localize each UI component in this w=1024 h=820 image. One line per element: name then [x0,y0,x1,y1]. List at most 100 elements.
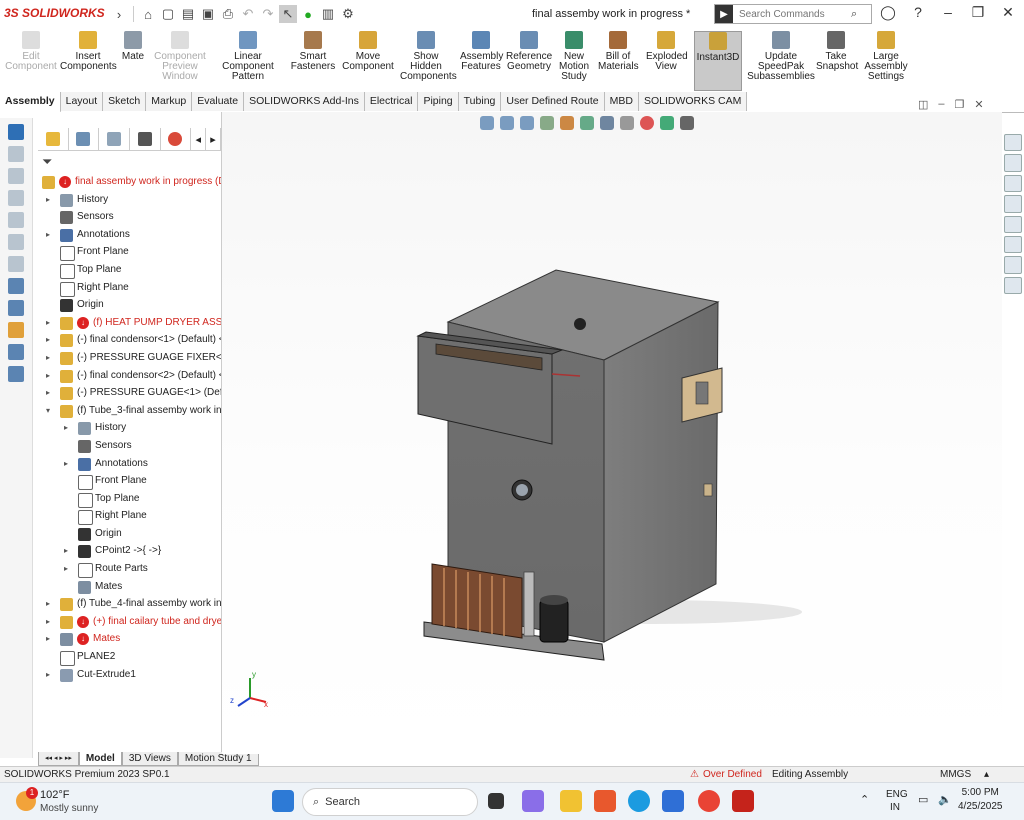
ribbon-button-reference-geometry[interactable]: Reference Geometry [506,31,552,72]
3d-view-icon[interactable] [8,124,24,140]
tree-item[interactable]: ▸ CPoint2 ->{ ->} [38,543,221,561]
redo-icon[interactable]: ↷ [259,5,277,23]
region-code[interactable]: IN [890,802,900,813]
tab-markup[interactable]: Markup [146,92,193,111]
ribbon-button-mate[interactable]: Mate [118,31,148,62]
expand-icon[interactable]: ▸ [46,335,50,344]
expand-icon[interactable]: ▸ [46,634,50,643]
tree-item[interactable]: Right Plane [38,280,221,298]
solidworks-forum-icon[interactable] [1004,256,1022,274]
brave-icon[interactable] [594,790,616,812]
dimxpert-tab[interactable] [130,128,161,150]
tree-item[interactable]: ▸ ↓ Mates [38,631,221,649]
tree-item[interactable]: Top Plane [38,262,221,280]
tab-layout[interactable]: Layout [60,92,104,111]
tree-item[interactable]: Top Plane [38,491,221,509]
file-properties-icon[interactable]: ▥ [319,5,337,23]
file-explorer-icon[interactable] [1004,174,1022,193]
filter-icon[interactable]: ⏷ [42,154,52,170]
display-manager-tab[interactable] [161,128,192,150]
expand-icon[interactable]: ▸ [46,388,50,397]
save-icon[interactable]: ▣ [199,5,217,23]
ribbon-button-large-assembly-settings[interactable]: Large Assembly Settings [864,31,908,82]
feature-icon[interactable] [8,278,24,294]
tree-item[interactable]: ▸ History [38,192,221,210]
tray-chevron-icon[interactable]: ⌃ [860,793,869,806]
solidworks-app-icon[interactable] [732,790,754,812]
tree-item[interactable]: Origin [38,526,221,544]
bottom-tab-motion-study-1[interactable]: Motion Study 1 [177,752,259,766]
feature-icon[interactable] [8,322,24,338]
feature-icon[interactable] [8,146,24,162]
tree-item[interactable]: Front Plane [38,244,221,262]
feature-icon[interactable] [8,344,24,360]
ribbon-button-take-snapshot[interactable]: Take Snapshot [816,31,858,72]
ribbon-button-update-speedpak-subassemblies[interactable]: Update SpeedPak Subassemblies [746,31,816,82]
expand-arrow-icon[interactable]: › [110,5,128,23]
property-manager-tab[interactable] [69,128,100,150]
volume-icon[interactable]: 🔈 [938,793,952,806]
search-icon[interactable]: ⌕ [851,8,857,21]
tab-scroll-arrows-icon[interactable]: ◂◂ ◂ ▸ ▸▸ [38,752,79,766]
language-code[interactable]: ENG [886,789,908,800]
units-selector[interactable]: MMGS [940,769,971,780]
assembly-model[interactable] [222,112,1002,754]
tab-electrical[interactable]: Electrical [364,92,419,111]
tree-item[interactable]: ▸ Route Parts [38,561,221,579]
tree-item[interactable]: Origin [38,297,221,315]
expand-icon[interactable]: ▸ [46,670,50,679]
copilot-icon[interactable] [522,790,544,812]
tree-item[interactable]: ↓ final assemby work in progress (D [38,174,221,192]
feature-icon[interactable] [8,212,24,228]
tab-evaluate[interactable]: Evaluate [192,92,245,111]
tree-item[interactable]: ▸ Annotations [38,227,221,245]
expand-icon[interactable]: ▸ [64,564,68,573]
collapse-icon[interactable]: ▾ [46,406,50,415]
tree-item[interactable]: ▸ (f) Tube_4-final assemby work in p [38,596,221,614]
tab-assembly[interactable]: Assembly [0,92,61,113]
tree-item[interactable]: ▸ ↓ (+) final cailary tube and drye [38,614,221,632]
tab-solidworks-add-ins[interactable]: SOLIDWORKS Add-Ins [244,92,365,111]
search-commands-input[interactable] [737,7,851,21]
expand-icon[interactable]: ▸ [46,353,50,362]
tree-item[interactable]: ▸ (-) final condensor<1> (Default) < [38,332,221,350]
scroll-left-icon[interactable]: ◂ [191,128,207,150]
ribbon-button-smart-fasteners[interactable]: Smart Fasteners [290,31,336,72]
graphics-viewport[interactable]: ◫ – ❐ ✕ y x z [222,98,1002,754]
expand-icon[interactable]: ▸ [46,371,50,380]
expand-icon[interactable]: ▸ [46,599,50,608]
tree-item[interactable]: Sensors [38,438,221,456]
taskbar-search[interactable]: ⌕ Search [302,788,478,816]
ribbon-button-edit-component[interactable]: Edit Component [4,31,58,72]
feature-icon[interactable] [8,234,24,250]
feature-icon[interactable] [8,190,24,206]
ribbon-button-move-component[interactable]: Move Component [340,31,396,72]
store-icon[interactable] [662,790,684,812]
tab-sketch[interactable]: Sketch [103,92,147,111]
chrome-icon[interactable] [698,790,720,812]
tree-item[interactable]: ▸ (-) final condensor<2> (Default) < [38,368,221,386]
open-folder-icon[interactable]: ▤ [179,5,197,23]
feature-icon[interactable] [8,168,24,184]
restore-icon[interactable]: ❐ [970,4,986,21]
tab-tubing[interactable]: Tubing [458,92,502,111]
scroll-right-icon[interactable]: ▸ [206,128,221,150]
expand-icon[interactable]: ▸ [64,423,68,432]
tree-item[interactable]: ▸ History [38,420,221,438]
design-library-icon[interactable] [1004,154,1022,172]
task-scheduler-icon[interactable] [1004,276,1022,294]
select-arrow-icon[interactable]: ↖ [279,5,297,23]
tree-item[interactable]: Front Plane [38,473,221,491]
feature-icon[interactable] [8,300,24,316]
ribbon-button-instant3d[interactable]: Instant3D [694,31,742,91]
expand-icon[interactable]: ▸ [46,617,50,626]
feature-icon[interactable] [8,366,24,382]
expand-icon[interactable]: ▸ [46,230,50,239]
viewport-restore-icon[interactable]: ❐ [955,98,965,111]
ribbon-button-new-motion-study[interactable]: New Motion Study [556,31,592,82]
task-view-icon[interactable] [488,793,504,809]
network-icon[interactable]: ▭ [918,793,928,806]
appearances-icon[interactable] [1004,215,1022,233]
tree-item[interactable]: ▸ ↓ (f) HEAT PUMP DRYER ASSEN [38,315,221,333]
bottom-tab-model[interactable]: Model [78,752,122,766]
